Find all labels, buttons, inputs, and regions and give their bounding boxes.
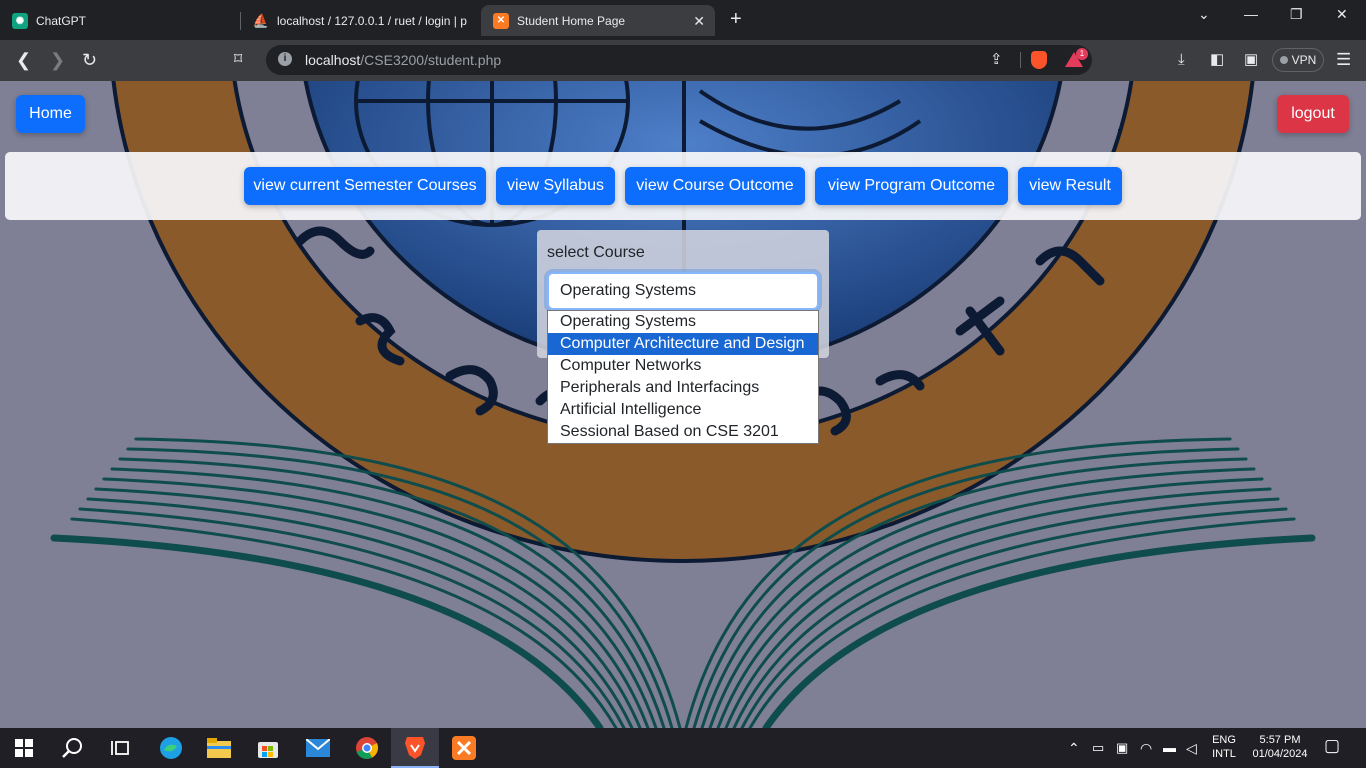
url-host: localhost (305, 52, 361, 68)
tab-phpmyadmin[interactable]: ⛵ localhost / 127.0.0.1 / ruet / login |… (241, 6, 477, 36)
tab-student-home[interactable]: ✕ Student Home Page ✕ (481, 5, 715, 36)
meet-icon[interactable]: ▣ (1116, 739, 1128, 757)
tab-search-chevron-icon[interactable]: ⌄ (1198, 6, 1210, 23)
language-label: ENG (1212, 734, 1236, 746)
wifi-icon[interactable]: ◠ (1140, 739, 1152, 757)
show-hidden-icons-chevron-icon[interactable]: ⌃ (1068, 739, 1080, 757)
clock[interactable]: 5:57 PM 01/04/2024 (1244, 733, 1316, 761)
file-explorer-icon[interactable] (195, 728, 243, 768)
new-tab-icon[interactable]: + (730, 8, 742, 30)
view-program-outcome-button[interactable]: view Program Outcome (815, 167, 1008, 205)
view-semester-courses-button[interactable]: view current Semester Courses (244, 167, 486, 205)
sidebar-icon[interactable]: ◧ (1210, 51, 1224, 69)
volume-icon[interactable]: ◁ (1186, 739, 1197, 757)
browser-toolbar: ❮ ❯ ↻ ⌑ i localhost/CSE3200/student.php … (0, 40, 1366, 81)
download-icon[interactable]: ⤓ (1178, 51, 1185, 69)
windows-start-icon[interactable] (0, 728, 48, 768)
view-course-outcome-button[interactable]: view Course Outcome (625, 167, 805, 205)
menu-icon[interactable]: ☰ (1336, 51, 1351, 69)
vpn-label: VPN (1291, 53, 1317, 67)
notification-icon[interactable]: ▢ (1324, 737, 1340, 755)
close-tab-icon[interactable]: ✕ (693, 13, 705, 30)
course-option[interactable]: Artificial Intelligence (548, 399, 818, 421)
chatgpt-icon: ✺ (12, 13, 28, 29)
minimize-icon[interactable]: — (1244, 6, 1258, 22)
course-option[interactable]: Sessional Based on CSE 3201 (548, 421, 818, 443)
view-syllabus-button[interactable]: view Syllabus (496, 167, 615, 205)
browser-tab-strip: ✺ ChatGPT ⛵ localhost / 127.0.0.1 / ruet… (0, 0, 1366, 40)
url-text[interactable]: localhost/CSE3200/student.php (305, 52, 501, 68)
course-dropdown-list: Operating Systems Computer Architecture … (547, 310, 819, 444)
close-window-icon[interactable]: ✕ (1336, 6, 1348, 23)
microsoft-store-icon[interactable] (244, 728, 292, 768)
windows-taskbar: ⌃ ▭ ▣ ◠ ▬ ◁ ENG INTL 5:57 PM 01/04/2024 … (0, 728, 1366, 768)
brave-taskbar-icon[interactable] (391, 728, 439, 768)
share-icon[interactable]: ⇪ (990, 50, 1003, 68)
keyboard-layout-label: INTL (1212, 748, 1236, 760)
course-option[interactable]: Computer Architecture and Design (548, 333, 818, 355)
clock-date: 01/04/2024 (1252, 748, 1308, 760)
logout-button[interactable]: logout (1277, 95, 1349, 133)
page-viewport: Home logout view current Semester Course… (0, 81, 1366, 728)
select-course-label: select Course (547, 244, 645, 261)
xampp-icon: ✕ (493, 12, 509, 29)
phpmyadmin-icon: ⛵ (252, 13, 270, 28)
forward-icon[interactable]: ❯ (50, 50, 65, 70)
xampp-taskbar-icon[interactable] (440, 728, 488, 768)
home-button[interactable]: Home (16, 95, 85, 133)
omnibox-separator (1020, 52, 1021, 68)
wallet-icon[interactable]: ▣ (1244, 51, 1258, 69)
task-view-icon[interactable] (96, 728, 144, 768)
bookmark-icon[interactable]: ⌑ (234, 50, 242, 70)
brave-shields-icon[interactable] (1031, 51, 1047, 69)
course-option[interactable]: Operating Systems (548, 311, 818, 333)
vpn-button[interactable]: VPN (1272, 48, 1324, 72)
tab-chatgpt[interactable]: ✺ ChatGPT (0, 6, 238, 36)
reload-icon[interactable]: ↻ (82, 50, 97, 70)
course-option[interactable]: Computer Networks (548, 355, 818, 377)
restore-icon[interactable]: ❐ (1290, 6, 1303, 23)
language-indicator[interactable]: ENG INTL (1206, 733, 1242, 761)
battery-icon[interactable]: ▬ (1163, 739, 1176, 757)
course-select[interactable]: Operating Systems (547, 272, 819, 310)
site-info-icon[interactable]: i (278, 52, 292, 66)
address-bar[interactable]: i localhost/CSE3200/student.php ⇪ 1 (266, 45, 1092, 75)
vpn-status-icon (1279, 56, 1288, 64)
rewards-badge: 1 (1076, 48, 1088, 60)
clock-time: 5:57 PM (1259, 734, 1301, 746)
course-option[interactable]: Peripherals and Interfacings (548, 377, 818, 399)
tab-title: localhost / 127.0.0.1 / ruet / login | p (277, 14, 467, 28)
mail-icon[interactable] (294, 728, 342, 768)
tab-title: ChatGPT (36, 14, 87, 28)
chrome-icon[interactable] (343, 728, 391, 768)
back-icon[interactable]: ❮ (16, 50, 31, 70)
camera-icon[interactable]: ▭ (1092, 739, 1104, 757)
search-icon[interactable] (48, 728, 96, 768)
view-result-button[interactable]: view Result (1018, 167, 1122, 205)
tab-title: Student Home Page (517, 13, 626, 28)
url-path: /CSE3200/student.php (360, 52, 502, 68)
edge-icon[interactable] (147, 728, 195, 768)
